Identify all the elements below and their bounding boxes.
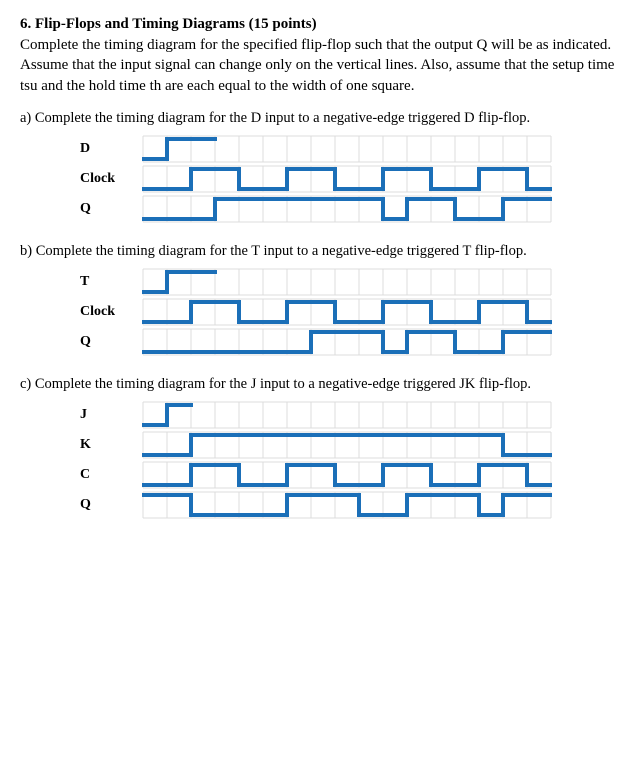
waveform-c-q <box>142 491 552 519</box>
label-d: D <box>80 141 142 157</box>
waveform-a-clock <box>142 165 552 193</box>
part-b-diagram: T Clock Q <box>80 268 621 356</box>
question-title: Flip-Flops and Timing Diagrams <box>35 16 245 32</box>
waveform-a-d <box>142 135 552 163</box>
waveform-b-q <box>142 328 552 356</box>
part-c-diagram: J K C Q <box>80 401 621 519</box>
label-q: Q <box>80 334 142 350</box>
part-b-prompt: b) Complete the timing diagram for the T… <box>20 243 621 260</box>
question-number: 6. <box>20 16 31 32</box>
label-q: Q <box>80 201 142 217</box>
question-points: (15 points) <box>249 16 317 32</box>
waveform-b-clock <box>142 298 552 326</box>
question-intro: Complete the timing diagram for the spec… <box>20 35 621 96</box>
label-k: K <box>80 437 142 453</box>
waveform-c-c <box>142 461 552 489</box>
waveform-c-j <box>142 401 552 429</box>
part-a-prompt: a) Complete the timing diagram for the D… <box>20 110 621 127</box>
label-j: J <box>80 407 142 423</box>
label-clock: Clock <box>80 304 142 320</box>
question-header: 6. Flip-Flops and Timing Diagrams (15 po… <box>20 16 621 33</box>
label-clock: Clock <box>80 171 142 187</box>
label-c: C <box>80 467 142 483</box>
waveform-c-k <box>142 431 552 459</box>
part-a-diagram: D Clock Q <box>80 135 621 223</box>
waveform-b-t <box>142 268 552 296</box>
waveform-a-q <box>142 195 552 223</box>
label-q: Q <box>80 497 142 513</box>
part-c-prompt: c) Complete the timing diagram for the J… <box>20 376 621 393</box>
label-t: T <box>80 274 142 290</box>
